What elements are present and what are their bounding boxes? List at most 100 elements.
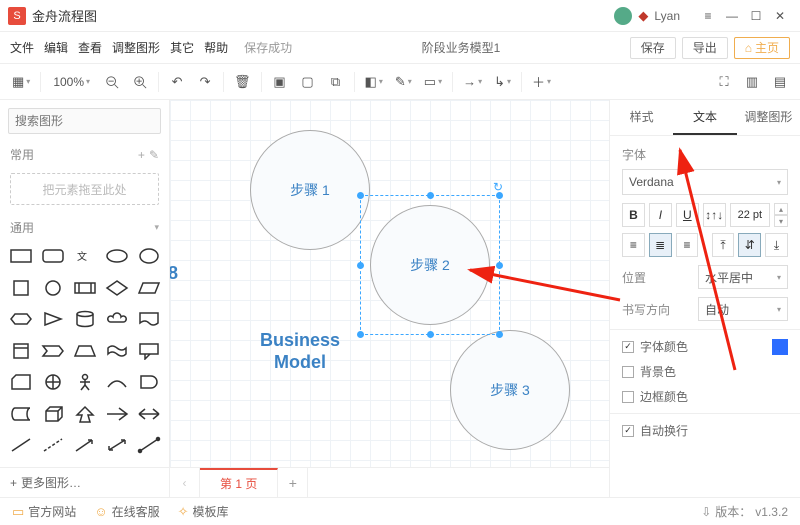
font-family-select[interactable]: Verdana▾ <box>622 169 788 195</box>
shape-diamond[interactable] <box>102 276 132 300</box>
shape-dash[interactable] <box>38 433 68 457</box>
line-color-icon[interactable]: ✎▾ <box>393 70 414 94</box>
auto-wrap-checkbox[interactable]: ✓ <box>622 425 634 437</box>
valign-bottom-button[interactable]: ⤓ <box>765 233 788 257</box>
shape-step[interactable] <box>38 339 68 363</box>
menu-help[interactable]: 帮助 <box>204 39 228 56</box>
search-box[interactable]: 🔍 <box>8 108 161 134</box>
category-general[interactable]: 通用 ▾ <box>0 215 169 240</box>
minimize-icon[interactable]: — <box>720 4 744 28</box>
shape-and[interactable] <box>134 370 164 394</box>
collapse-icon[interactable]: ▾ <box>154 222 159 233</box>
waypoint-icon[interactable]: ↳▾ <box>492 70 513 94</box>
valign-middle-button[interactable]: ⇵ <box>738 233 761 257</box>
shape-connector[interactable] <box>134 433 164 457</box>
menu-file[interactable]: 文件 <box>10 39 34 56</box>
node-step3[interactable]: 步骤 3 <box>450 330 570 450</box>
shape-storage[interactable] <box>6 402 36 426</box>
shape-circle[interactable] <box>38 276 68 300</box>
italic-button[interactable]: I <box>649 203 672 227</box>
font-size-down[interactable]: ▾ <box>774 215 788 227</box>
rotate-handle[interactable]: ↻ <box>493 180 505 192</box>
status-website[interactable]: ▭官方网站 <box>12 503 76 520</box>
shape-ellipse2[interactable] <box>134 244 164 268</box>
resize-handle-w[interactable] <box>357 262 364 269</box>
bg-color-row[interactable]: 背景色 <box>622 363 788 380</box>
shape-square[interactable] <box>6 276 36 300</box>
shadow-icon[interactable]: ▭▾ <box>422 70 444 94</box>
maximize-icon[interactable]: ☐ <box>744 4 768 28</box>
bg-color-checkbox[interactable] <box>622 366 634 378</box>
font-size-field[interactable]: 22 pt <box>730 203 770 227</box>
border-color-row[interactable]: 边框颜色 <box>622 388 788 405</box>
direction-select[interactable]: 自动▾ <box>698 297 788 321</box>
shape-line-arrow[interactable] <box>70 433 100 457</box>
align-right-button[interactable]: ≡ <box>676 233 699 257</box>
outline-icon[interactable]: ▥ <box>742 70 762 94</box>
shape-rect[interactable] <box>6 244 36 268</box>
add-icon[interactable]: ＋▾ <box>530 70 553 94</box>
to-front-icon[interactable]: ▣ <box>270 70 290 94</box>
underline-button[interactable]: U <box>676 203 699 227</box>
add-fav-icon[interactable]: + <box>138 148 145 162</box>
resize-handle-nw[interactable] <box>357 192 364 199</box>
resize-handle-s[interactable] <box>427 331 434 338</box>
export-button[interactable]: 导出 <box>682 37 728 59</box>
shape-or[interactable] <box>38 370 68 394</box>
shape-tape[interactable] <box>102 339 132 363</box>
resize-handle-e[interactable] <box>496 262 503 269</box>
document-title[interactable]: 阶段业务模型1 <box>302 39 620 56</box>
more-shapes[interactable]: +更多图形… <box>0 467 169 497</box>
format-panel-icon[interactable]: ▤ <box>770 70 790 94</box>
undo-icon[interactable]: ↶ <box>167 70 187 94</box>
close-icon[interactable]: ✕ <box>768 4 792 28</box>
menu-view[interactable]: 查看 <box>78 39 102 56</box>
fullscreen-icon[interactable]: ⛶ <box>714 70 734 94</box>
shape-card[interactable] <box>6 370 36 394</box>
resize-handle-ne[interactable] <box>496 192 503 199</box>
shape-arrow-up[interactable] <box>70 402 100 426</box>
zoom-out-icon[interactable] <box>102 70 122 94</box>
drop-zone[interactable]: 把元素拖至此处 <box>10 173 159 205</box>
shape-ellipse[interactable] <box>102 244 132 268</box>
page-tab-1[interactable]: 第 1 页 <box>200 468 278 497</box>
font-color-swatch[interactable] <box>772 339 788 355</box>
shape-hexagon[interactable] <box>6 307 36 331</box>
selection-box[interactable]: ↻ <box>360 195 500 335</box>
position-select[interactable]: 水平居中▾ <box>698 265 788 289</box>
layout-button[interactable]: ▦▾ <box>10 70 32 94</box>
shape-text[interactable]: 文 <box>70 244 100 268</box>
auto-wrap-row[interactable]: ✓ 自动换行 <box>622 422 788 439</box>
add-page-button[interactable]: + <box>278 468 308 497</box>
menu-more-icon[interactable]: ≡ <box>696 4 720 28</box>
menu-adjust[interactable]: 调整图形 <box>112 39 160 56</box>
zoom-value[interactable]: 100%▾ <box>49 75 94 89</box>
save-button[interactable]: 保存 <box>630 37 676 59</box>
shape-arrow-right[interactable] <box>102 402 132 426</box>
shape-cloud[interactable] <box>102 307 132 331</box>
resize-handle-se[interactable] <box>496 331 503 338</box>
node-step1[interactable]: 步骤 1 <box>250 130 370 250</box>
redo-icon[interactable]: ↷ <box>195 70 215 94</box>
shape-triangle[interactable] <box>38 307 68 331</box>
shape-process[interactable] <box>70 276 100 300</box>
shape-line-bi[interactable] <box>102 433 132 457</box>
valign-top-button[interactable]: ⤒ <box>712 233 735 257</box>
resize-handle-sw[interactable] <box>357 331 364 338</box>
shape-data[interactable] <box>6 339 36 363</box>
shape-cylinder[interactable] <box>70 307 100 331</box>
shape-rounded-rect[interactable] <box>38 244 68 268</box>
shape-parallelogram[interactable] <box>134 276 164 300</box>
shape-doc[interactable] <box>134 307 164 331</box>
align-left-button[interactable]: ≡ <box>622 233 645 257</box>
tab-text[interactable]: 文本 <box>673 100 736 135</box>
font-color-row[interactable]: ✓ 字体颜色 <box>622 338 788 355</box>
shape-arrow-bi[interactable] <box>134 402 164 426</box>
node-business-model[interactable]: BusinessModel <box>260 330 340 373</box>
menu-edit[interactable]: 编辑 <box>44 39 68 56</box>
shape-actor[interactable] <box>70 370 100 394</box>
status-support[interactable]: ☺在线客服 <box>94 503 159 520</box>
shape-callout[interactable] <box>134 339 164 363</box>
shape-trapezoid[interactable] <box>70 339 100 363</box>
font-color-checkbox[interactable]: ✓ <box>622 341 634 353</box>
